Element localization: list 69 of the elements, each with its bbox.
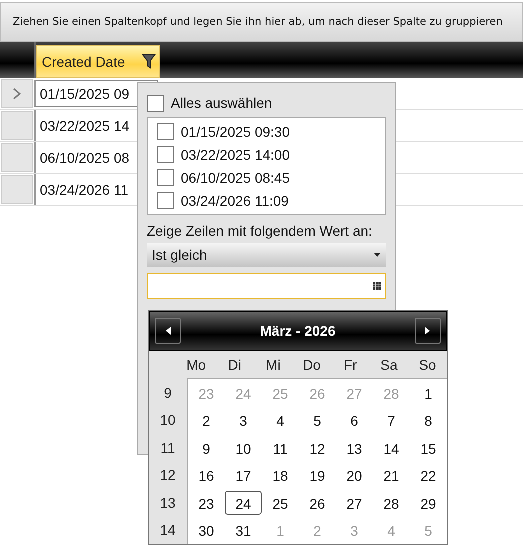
checkbox-label: 01/15/2025 09:30 — [181, 124, 290, 140]
previous-month-button[interactable] — [155, 318, 181, 344]
row-header[interactable] — [1, 79, 33, 108]
calendar-day[interactable]: 2 — [188, 408, 225, 432]
calendar-day[interactable]: 12 — [299, 436, 336, 460]
dropdown-arrow-icon — [374, 253, 381, 257]
next-month-button[interactable] — [414, 318, 441, 344]
calendar-day[interactable]: 26 — [299, 490, 336, 515]
calendar-day[interactable]: 10 — [225, 436, 262, 460]
calendar-day[interactable]: 22 — [410, 463, 447, 488]
checkbox[interactable] — [147, 94, 164, 112]
weekday-label: Di — [227, 356, 242, 372]
group-panel-hint: Ziehen Sie einen Spaltenkopf und legen Sie ihn hier ab, um nach dieser Spalte zu gruppieren — [13, 16, 503, 28]
month-title[interactable]: März - 2026 — [260, 323, 336, 339]
calendar-day[interactable]: 5 — [299, 408, 336, 432]
calendar-day[interactable]: 9 — [188, 436, 225, 460]
week-number: 10 — [159, 411, 177, 430]
checkbox-label: 06/10/2025 08:45 — [181, 170, 290, 186]
calendar-day[interactable]: 7 — [373, 408, 410, 432]
week-number: 13 — [159, 494, 177, 513]
calendar-day[interactable]: 16 — [188, 463, 225, 488]
right-triangle-icon — [425, 327, 430, 335]
calendar-day[interactable]: 19 — [299, 463, 336, 488]
calendar-day[interactable]: 29 — [410, 490, 447, 515]
calendar-day[interactable]: 21 — [373, 463, 410, 488]
calendar-day[interactable]: 24 — [225, 490, 262, 515]
checkbox-label: 03/24/2026 11:09 — [181, 192, 289, 208]
date-field[interactable] — [147, 273, 386, 299]
weekday-label: So — [418, 356, 438, 372]
checkbox[interactable] — [157, 192, 174, 209]
checkbox[interactable] — [157, 169, 174, 186]
calendar-day[interactable]: 17 — [225, 463, 262, 488]
calendar-day[interactable]: 31 — [225, 518, 262, 542]
calendar-day[interactable]: 14 — [373, 436, 410, 460]
week-number: 14 — [159, 521, 177, 540]
calendar-day[interactable]: 18 — [262, 463, 299, 488]
checkbox-label: Alles auswählen — [171, 95, 272, 111]
filter-icon[interactable] — [142, 54, 156, 70]
week-number: 11 — [160, 438, 176, 458]
left-triangle-icon — [166, 327, 170, 335]
calendar-day[interactable]: 11 — [262, 436, 299, 460]
calendar-day[interactable]: 23 — [188, 490, 225, 515]
checkbox[interactable] — [157, 146, 174, 163]
column-header[interactable]: Created Date — [36, 45, 160, 78]
calendar-day[interactable]: 13 — [336, 436, 373, 460]
calendar-day[interactable]: 20 — [336, 463, 373, 488]
condition-label: Zeige Zeilen mit folgendem Wert an: — [147, 223, 374, 241]
weekday-label: Sa — [380, 356, 399, 372]
weekday-label: Fr — [342, 356, 358, 372]
calendar-day[interactable]: 4 — [262, 408, 299, 432]
week-number: 9 — [163, 384, 173, 403]
calendar-day[interactable]: 30 — [188, 518, 225, 542]
week-number: 12 — [159, 466, 177, 486]
weekday-label: Do — [302, 356, 322, 372]
calendar-day[interactable]: 8 — [410, 408, 447, 432]
checkbox[interactable] — [157, 123, 174, 140]
calendar-day[interactable]: 6 — [336, 408, 373, 432]
calendar-day[interactable]: 28 — [373, 490, 410, 515]
calendar-day[interactable]: 3 — [225, 408, 262, 432]
weekday-label: Mi — [265, 356, 282, 372]
calendar-day[interactable]: 27 — [336, 490, 373, 515]
calendar-day[interactable]: 1 — [410, 380, 447, 405]
current-row-icon — [13, 88, 21, 100]
operator-dropdown[interactable]: Ist gleich — [147, 243, 386, 267]
weekday-label: Mo — [186, 356, 208, 372]
calendar-day[interactable]: 25 — [262, 490, 299, 515]
calendar-icon[interactable] — [373, 282, 381, 290]
calendar-day[interactable]: 15 — [410, 436, 447, 460]
checkbox-label: 03/22/2025 14:00 — [181, 146, 290, 162]
